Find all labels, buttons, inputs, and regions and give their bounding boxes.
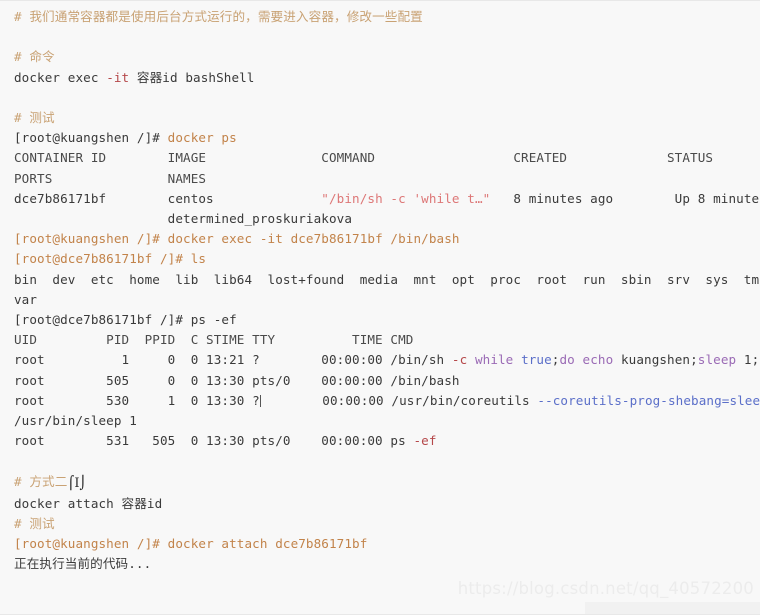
token-container-command: "/bin/sh -c 'while t…" bbox=[321, 190, 491, 206]
token-flag-c: -c bbox=[451, 352, 468, 368]
ps-row-pid-530: root 530 1 0 13:30 ? 00:00:00 /usr/bin/c… bbox=[14, 391, 760, 411]
ps-row-pid-531: root 531 505 0 13:30 pts/0 00:00:00 ps -… bbox=[14, 431, 746, 451]
code-line-docker-exec-template: docker exec -it 容器id bashShell bbox=[14, 68, 746, 88]
table-row-names: determined_proskuriakova bbox=[14, 211, 353, 227]
token-cmd-docker-exec: docker exec -it dce7b86171bf /bin/bash bbox=[167, 231, 460, 247]
watermark-blog-url: https://blog.csdn.net/qq_40572200 bbox=[457, 579, 754, 598]
code-line-ls: [root@dce7b86171bf /]# ls bbox=[14, 249, 746, 269]
token-flag-it: -it bbox=[106, 69, 130, 85]
token-flag-ef: -ef bbox=[413, 433, 437, 449]
code-line-comment-intro: # 我们通常容器都是使用后台方式运行的，需要进入容器，修改一些配置 bbox=[14, 9, 423, 24]
code-line-ps-ef: [root@dce7b86171bf /]# ps -ef bbox=[14, 310, 746, 330]
code-line-docker-ps: [root@kuangshen /]# docker ps bbox=[14, 128, 746, 148]
token-container-id-image: dce7b86171bf centos bbox=[14, 190, 322, 206]
table-header-row-1: CONTAINER ID IMAGE COMMAND CREATED STATU… bbox=[14, 150, 714, 166]
token-prompt-kuangshen: [root@kuangshen /]# bbox=[14, 130, 168, 146]
token-prompt-container: [root@dce7b86171bf /]# bbox=[14, 312, 191, 328]
token-container-id-bashshell: 容器id bashShell bbox=[129, 69, 255, 85]
token-cmd-docker-ps: docker ps bbox=[167, 130, 237, 146]
ps-row-pid-505: root 505 0 0 13:30 pts/0 00:00:00 /bin/b… bbox=[14, 372, 460, 388]
ps-header-row: UID PID PPID C STIME TTY TIME CMD bbox=[14, 332, 414, 348]
token-keyword-do: do bbox=[559, 352, 575, 368]
token-prompt-container: [root@dce7b86171bf /]# bbox=[14, 251, 191, 267]
ls-output-line-1: bin dev etc home lib lib64 lost+found me… bbox=[14, 271, 760, 287]
token-ps-fields: root 530 1 0 13:30 ? bbox=[14, 392, 260, 408]
token-arg-1: 1; bbox=[736, 352, 760, 368]
token-ps-fields: root 531 505 0 13:30 pts/0 00:00:00 ps bbox=[14, 433, 414, 449]
ps-row-530-wrap: /usr/bin/sleep 1 bbox=[14, 413, 137, 429]
code-line-docker-attach-template: docker attach 容器id bbox=[14, 495, 163, 511]
code-line-docker-attach-run: [root@kuangshen /]# docker attach dce7b8… bbox=[14, 534, 746, 554]
corner-fade-decoration bbox=[585, 602, 760, 614]
token-arg-kuangshen: kuangshen; bbox=[613, 352, 698, 368]
ps-row-pid-1: root 1 0 0 13:21 ? 00:00:00 /bin/sh -c w… bbox=[14, 350, 760, 370]
ls-output-line-2: var bbox=[14, 291, 38, 307]
token-literal-true: true bbox=[521, 352, 552, 368]
token-docker-exec: docker exec bbox=[14, 69, 107, 85]
token-cmd-docker-attach: docker attach dce7b86171bf bbox=[167, 536, 368, 552]
token-keyword-echo: echo bbox=[582, 352, 614, 368]
code-line-comment-test-1: # 测试 bbox=[14, 110, 55, 126]
token-keyword-while: while bbox=[474, 352, 514, 368]
token-ps-time-cmd: 00:00:00 /usr/bin/coreutils bbox=[260, 392, 538, 408]
code-line-attach-output: 正在执行当前的代码... bbox=[14, 556, 152, 572]
code-line-docker-exec-run: [root@kuangshen /]# docker exec -it dce7… bbox=[14, 229, 746, 249]
token-cmd-ls: ls bbox=[190, 251, 207, 267]
mouse-text-cursor-icon: ⌠I⌡ bbox=[67, 475, 87, 491]
code-line-comment-command: # 命令 bbox=[14, 49, 55, 65]
token-cmd-ps-ef: ps -ef bbox=[190, 312, 237, 328]
code-line-comment-test-2: # 测试 bbox=[14, 516, 55, 532]
token-created-status: 8 minutes ago Up 8 minutes bbox=[490, 190, 760, 206]
token-keyword-sleep: sleep bbox=[697, 352, 737, 368]
table-header-row-2: PORTS NAMES bbox=[14, 170, 207, 186]
token-option-coreutils-shebang: --coreutils-prog-shebang=sleep bbox=[537, 392, 760, 408]
token-comment-way-two: # 方式二 bbox=[14, 473, 68, 489]
code-line-comment-way-two: # 方式二⌠I⌡ bbox=[14, 472, 746, 494]
code-block[interactable]: # 我们通常容器都是使用后台方式运行的，需要进入容器，修改一些配置 # 命令 d… bbox=[0, 0, 760, 615]
token-prompt-kuangshen: [root@kuangshen /]# bbox=[14, 536, 168, 552]
token-prompt-kuangshen: [root@kuangshen /]# bbox=[14, 231, 168, 247]
token-ps-fields: root 1 0 0 13:21 ? 00:00:00 /bin/sh bbox=[14, 352, 452, 368]
table-row-container: dce7b86171bf centos "/bin/sh -c 'while t… bbox=[14, 189, 760, 209]
